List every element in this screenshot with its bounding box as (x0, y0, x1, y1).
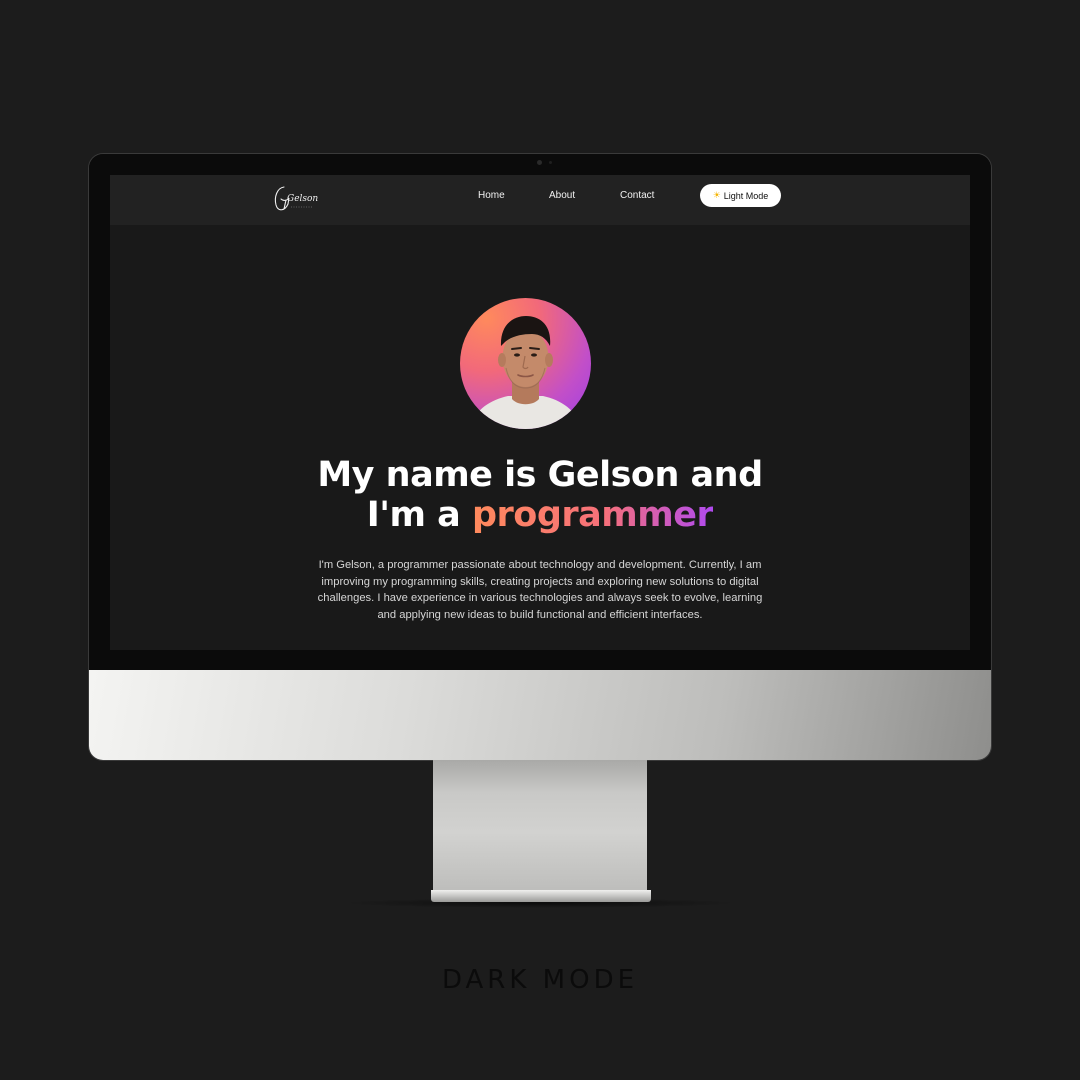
headline-accent-word: programmer (471, 495, 714, 535)
imac-monitor: Gelson Home About Contact ☀ Light Mode M… (89, 154, 991, 760)
camera-icon (537, 160, 542, 165)
monitor-stand-base (431, 890, 651, 902)
website-screen: Gelson Home About Contact ☀ Light Mode M… (110, 175, 970, 650)
hero-headline: My name is Gelson and I'm a programmer (240, 455, 840, 535)
nav-home-link[interactable]: Home (478, 190, 505, 201)
nav-contact-link[interactable]: Contact (620, 190, 654, 201)
headline-line1: My name is Gelson and (317, 455, 763, 495)
logo[interactable]: Gelson (272, 179, 320, 215)
monitor-bezel: Gelson Home About Contact ☀ Light Mode M… (89, 154, 991, 670)
camera-led-icon (549, 161, 552, 164)
light-mode-label: Light Mode (723, 190, 769, 201)
light-mode-button[interactable]: ☀ Light Mode (700, 184, 781, 207)
headline-line2-prefix: I'm a (366, 495, 472, 535)
signature-logo-icon: Gelson (274, 186, 318, 211)
avatar (460, 298, 591, 429)
hero-bio: I'm Gelson, a programmer passionate abou… (317, 559, 763, 622)
logo-text: Gelson (287, 194, 318, 204)
nav-about-link[interactable]: About (549, 190, 575, 201)
navbar: Gelson Home About Contact ☀ Light Mode (110, 175, 970, 225)
profile-photo (470, 316, 581, 429)
sun-icon: ☀ (712, 190, 721, 200)
monitor-chin (89, 670, 991, 760)
mockup-stage: Gelson Home About Contact ☀ Light Mode M… (0, 0, 1080, 1080)
mode-caption: DARK MODE (441, 965, 639, 995)
monitor-stand (433, 760, 647, 892)
